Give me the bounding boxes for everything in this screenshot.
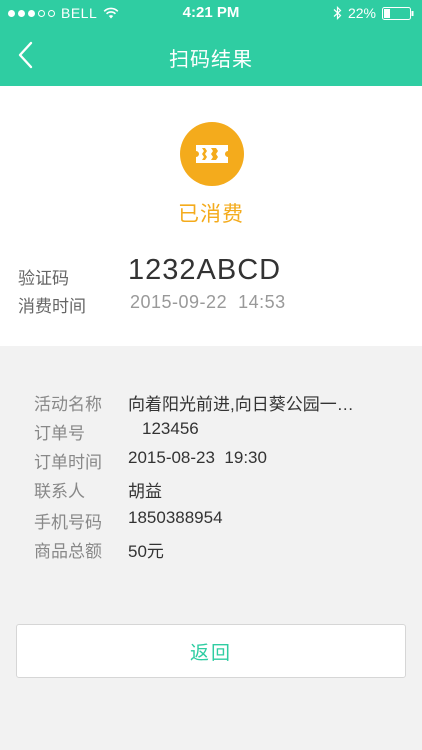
detail-row-activity: 活动名称 向着阳光前进,向日葵公园一… bbox=[34, 390, 394, 415]
status-right: 22% bbox=[333, 5, 414, 21]
detail-value: 123456 bbox=[142, 419, 199, 438]
detail-label: 联系人 bbox=[34, 482, 85, 502]
verification-code-row: 验证码 1232ABCD bbox=[18, 254, 408, 289]
consume-time-value: 2015-09-22 14:53 bbox=[130, 292, 286, 312]
verification-code-value: 1232ABCD bbox=[128, 254, 282, 286]
detail-label: 订单时间 bbox=[34, 453, 102, 473]
detail-row-phone: 手机号码 1850388954 bbox=[34, 508, 394, 533]
battery-percentage: 22% bbox=[347, 5, 376, 21]
detail-label: 手机号码 bbox=[34, 513, 102, 533]
header-bar: BELL 4:21 PM 22% 扫码结果 bbox=[0, 0, 422, 86]
detail-row-order-time: 订单时间 2015-08-23 19:30 bbox=[34, 448, 394, 473]
detail-value: 1850388954 bbox=[128, 508, 223, 527]
consume-time-row: 消费时间 2015-09-22 14:53 bbox=[18, 292, 408, 317]
bluetooth-icon bbox=[333, 6, 342, 20]
detail-value: 2015-08-23 19:30 bbox=[128, 448, 267, 467]
detail-row-contact: 联系人 胡益 bbox=[34, 477, 394, 502]
status-bar: BELL 4:21 PM 22% bbox=[0, 0, 422, 28]
detail-value: 50元 bbox=[128, 542, 164, 561]
detail-row-total: 商品总额 50元 bbox=[34, 537, 394, 562]
consume-time-label: 消费时间 bbox=[18, 297, 86, 317]
page-title: 扫码结果 bbox=[169, 47, 253, 71]
ticket-icon bbox=[180, 122, 244, 186]
return-button[interactable]: 返回 bbox=[16, 624, 406, 678]
detail-value: 向着阳光前进,向日葵公园一… bbox=[128, 395, 354, 414]
battery-icon bbox=[382, 6, 414, 20]
status-label: 已消费 bbox=[178, 202, 244, 226]
detail-label: 订单号 bbox=[34, 424, 85, 444]
ticket-glyph bbox=[196, 145, 228, 163]
detail-label: 商品总额 bbox=[34, 542, 102, 562]
detail-label: 活动名称 bbox=[34, 395, 102, 415]
detail-row-order-number: 订单号 123456 bbox=[34, 419, 394, 444]
verification-code-label: 验证码 bbox=[18, 269, 69, 289]
detail-value: 胡益 bbox=[128, 482, 162, 501]
